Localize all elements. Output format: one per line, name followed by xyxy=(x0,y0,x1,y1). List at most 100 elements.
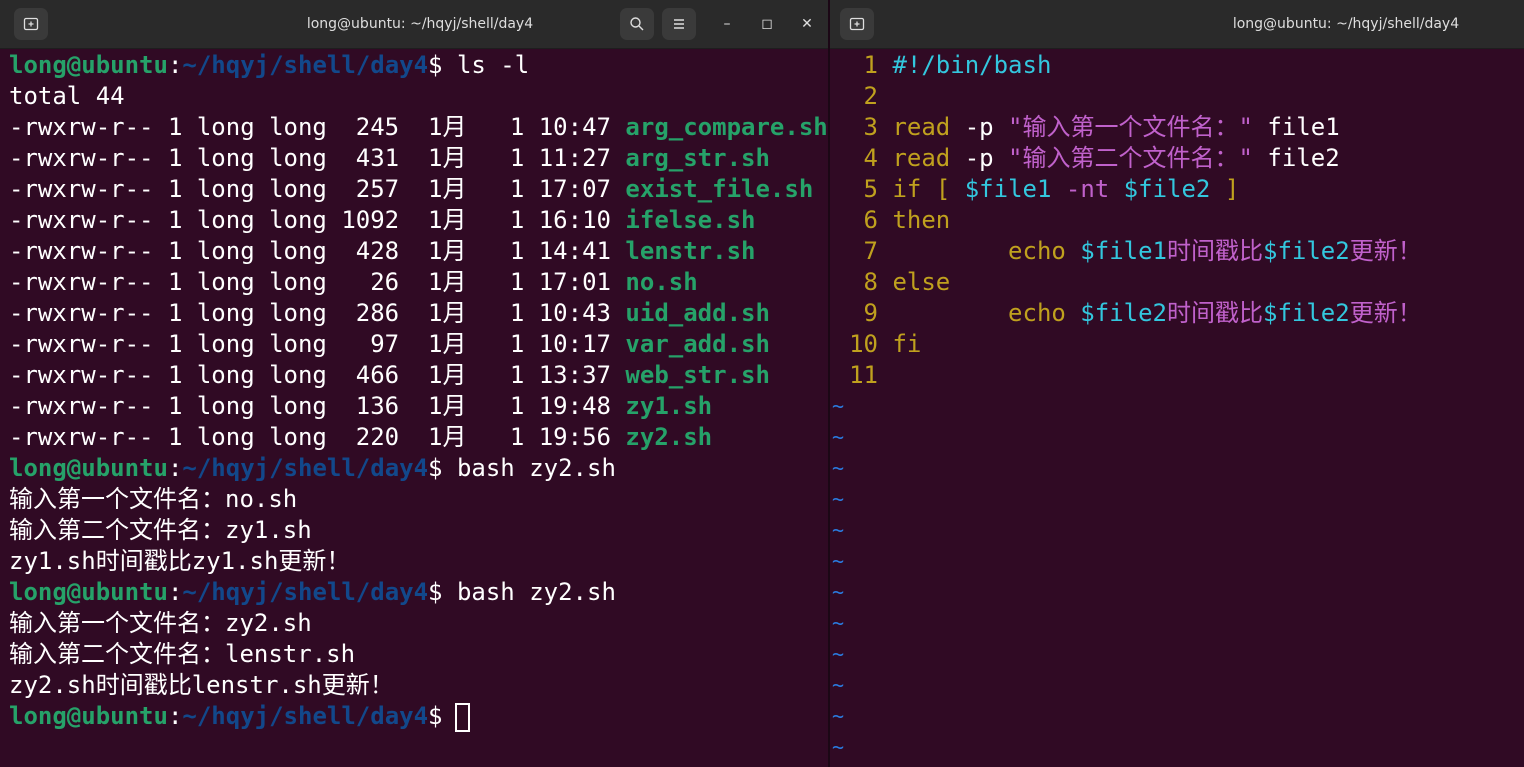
file-row: -rwxrw-r-- 1 long long 220 1月 1 19:56 zy… xyxy=(9,422,712,453)
search-button[interactable] xyxy=(620,8,654,40)
output-line: 输入第一个文件名：no.sh xyxy=(9,485,298,513)
minimize-button[interactable]: – xyxy=(715,12,739,36)
prompt-dollar: $ xyxy=(428,702,443,730)
file-name: no.sh xyxy=(625,268,698,296)
search-icon xyxy=(630,17,644,31)
file-meta: -rwxrw-r-- 1 long long 26 1月 1 17:01 xyxy=(9,268,626,296)
vim-editor[interactable]: 1 #!/bin/bash 2 3 read -p "输入第一个文件名：" fil… xyxy=(830,48,1524,767)
code-line: 1 #!/bin/bash xyxy=(830,50,1052,81)
code-token: $file1 xyxy=(1080,237,1167,265)
code-token: #!/bin/bash xyxy=(892,51,1052,79)
output-line: 输入第二个文件名：lenstr.sh xyxy=(9,640,356,668)
tilde-marker: ~ xyxy=(832,580,845,604)
title-bar: long@ubuntu: ~/hqyj/shell/day4 xyxy=(830,0,1524,49)
tilde-marker: ~ xyxy=(832,611,845,635)
code-token: $file2 xyxy=(1080,299,1167,327)
prompt-user-host: long@ubuntu xyxy=(9,51,168,79)
file-row: -rwxrw-r-- 1 long long 431 1月 1 11:27 ar… xyxy=(9,143,770,174)
close-button[interactable]: ✕ xyxy=(795,12,819,36)
prompt-colon: : xyxy=(167,51,183,79)
output-line: 输入第二个文件名：zy1.sh xyxy=(9,516,312,544)
file-meta: -rwxrw-r-- 1 long long 97 1月 1 10:17 xyxy=(9,330,626,358)
prompt-line-active[interactable]: long@ubuntu:~/hqyj/shell/day4$ xyxy=(9,701,470,732)
text-cursor xyxy=(454,702,470,732)
prompt-line: long@ubuntu:~/hqyj/shell/day4$ ls -l xyxy=(9,50,529,81)
code-line: 6 then xyxy=(830,205,951,236)
file-meta: -rwxrw-r-- 1 long long 257 1月 1 17:07 xyxy=(9,175,626,203)
new-tab-icon xyxy=(849,17,865,31)
tilde-marker: ~ xyxy=(832,456,845,480)
terminal-window-left: long@ubuntu: ~/hqyj/shell/day4 – ◻ ✕ lon… xyxy=(0,0,828,767)
file-meta: -rwxrw-r-- 1 long long 220 1月 1 19:56 xyxy=(9,423,626,451)
line-number: 4 xyxy=(863,144,878,172)
tilde-marker: ~ xyxy=(832,673,845,697)
code-line: 2 xyxy=(830,81,892,112)
menu-button[interactable] xyxy=(662,8,696,40)
code-token: 时间戳比 xyxy=(1167,237,1263,265)
line-number: 7 xyxy=(863,237,878,265)
tilde-marker: ~ xyxy=(832,518,845,542)
code-token: "输入第一个文件名：" xyxy=(1008,113,1253,141)
terminal-window-right: long@ubuntu: ~/hqyj/shell/day4 1 #!/bin/… xyxy=(830,0,1524,767)
code-token: read xyxy=(892,144,951,172)
code-token: [ xyxy=(935,175,951,203)
prompt-user-host: long@ubuntu xyxy=(9,702,168,730)
line-number: 6 xyxy=(863,206,878,234)
code-token: then xyxy=(892,206,951,234)
output-line: 输入第一个文件名：zy2.sh xyxy=(9,609,312,637)
line-number: 5 xyxy=(863,175,878,203)
file-row: -rwxrw-r-- 1 long long 26 1月 1 17:01 no.… xyxy=(9,267,698,298)
file-row: -rwxrw-r-- 1 long long 257 1月 1 17:07 ex… xyxy=(9,174,813,205)
new-tab-button[interactable] xyxy=(14,8,48,40)
file-name: ifelse.sh xyxy=(625,206,756,234)
new-tab-icon xyxy=(23,17,39,31)
window-title: long@ubuntu: ~/hqyj/shell/day4 xyxy=(1232,16,1460,32)
code-token: echo xyxy=(1008,237,1066,265)
tilde-marker: ~ xyxy=(832,549,845,573)
code-line: 10 fi xyxy=(830,329,921,360)
tilde-marker: ~ xyxy=(832,487,845,511)
file-meta: -rwxrw-r-- 1 long long 431 1月 1 11:27 xyxy=(9,144,626,172)
file-name: var_add.sh xyxy=(625,330,770,358)
title-bar: long@ubuntu: ~/hqyj/shell/day4 – ◻ ✕ xyxy=(0,0,828,49)
maximize-button[interactable]: ◻ xyxy=(755,12,779,36)
code-line: 3 read -p "输入第一个文件名：" file1 xyxy=(830,112,1340,143)
code-token: 时间戳比 xyxy=(1167,299,1263,327)
command-text: ls -l xyxy=(442,51,530,79)
terminal-output[interactable]: long@ubuntu:~/hqyj/shell/day4$ ls -l tot… xyxy=(0,48,828,767)
file-meta: -rwxrw-r-- 1 long long 286 1月 1 10:43 xyxy=(9,299,626,327)
file-row: -rwxrw-r-- 1 long long 466 1月 1 13:37 we… xyxy=(9,360,770,391)
file-row: -rwxrw-r-- 1 long long 97 1月 1 10:17 var… xyxy=(9,329,770,360)
prompt-colon: : xyxy=(167,578,183,606)
tilde-marker: ~ xyxy=(832,704,845,728)
file-name: arg_str.sh xyxy=(625,144,770,172)
prompt-dollar: $ xyxy=(428,578,443,606)
file-meta: -rwxrw-r-- 1 long long 466 1月 1 13:37 xyxy=(9,361,626,389)
new-tab-button[interactable] xyxy=(840,8,874,40)
line-number: 8 xyxy=(863,268,878,296)
file-name: web_str.sh xyxy=(625,361,770,389)
output-line: zy2.sh时间戳比lenstr.sh更新！ xyxy=(9,671,394,699)
window-title: long@ubuntu: ~/hqyj/shell/day4 xyxy=(306,16,534,32)
code-token: $file2 xyxy=(1263,237,1350,265)
file-name: arg_compare.sh xyxy=(625,113,828,141)
tilde-marker: ~ xyxy=(832,425,845,449)
prompt-dollar: $ xyxy=(428,51,443,79)
file-name: lenstr.sh xyxy=(625,237,756,265)
tilde-marker: ~ xyxy=(832,394,845,418)
code-token: -p xyxy=(950,144,1009,172)
command-text: bash zy2.sh xyxy=(442,454,616,482)
code-line: 9 echo $file2时间戳比$file2更新！ xyxy=(830,298,1422,329)
file-row: -rwxrw-r-- 1 long long 245 1月 1 10:47 ar… xyxy=(9,112,828,143)
line-number: 1 xyxy=(863,51,878,79)
prompt-line: long@ubuntu:~/hqyj/shell/day4$ bash zy2.… xyxy=(9,453,616,484)
file-row: -rwxrw-r-- 1 long long 428 1月 1 14:41 le… xyxy=(9,236,755,267)
command-text: bash zy2.sh xyxy=(442,578,616,606)
file-row: -rwxrw-r-- 1 long long 286 1月 1 10:43 ui… xyxy=(9,298,770,329)
